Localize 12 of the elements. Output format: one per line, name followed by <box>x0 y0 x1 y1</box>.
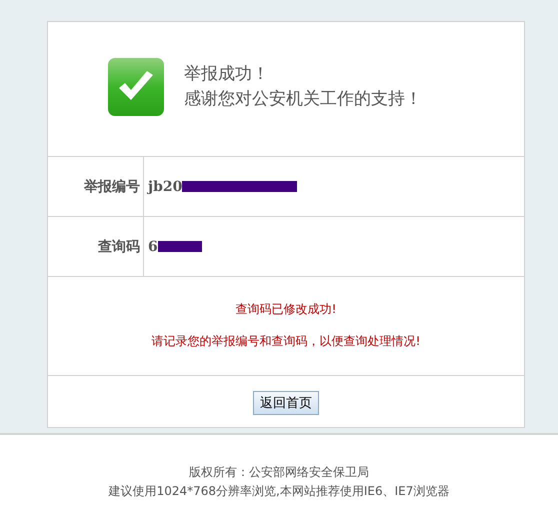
notice-message: 查询码已修改成功! <box>236 301 336 317</box>
field-value: 6 <box>148 238 158 254</box>
checkmark-icon <box>108 58 164 116</box>
field-value: jb20 <box>148 178 182 194</box>
home-button[interactable]: 返回首页 <box>253 391 319 415</box>
footer-text: 版权所有：公安部网络安全保卫局 <box>188 464 370 481</box>
notice-message: 请记录您的举报编号和查询码，以便查询处理情况! <box>152 333 420 349</box>
success-title: 举报成功！ <box>184 63 270 86</box>
thanks-message: 感谢您对公安机关工作的支持！ <box>184 88 422 111</box>
field-label: 举报编号 <box>48 157 144 216</box>
field-label: 查询码 <box>48 217 144 276</box>
footer-text: 建议使用1024*768分辨率浏览,本网站推荐使用IE6、IE7浏览器 <box>108 483 450 500</box>
